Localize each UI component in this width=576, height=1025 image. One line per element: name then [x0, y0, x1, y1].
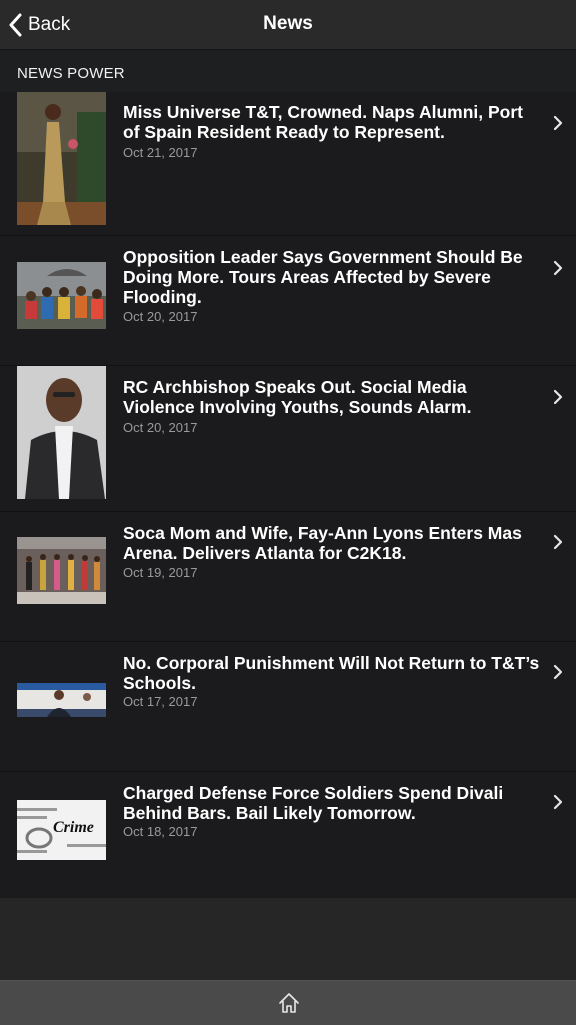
news-thumbnail	[17, 537, 106, 604]
chevron-right-icon	[553, 534, 563, 550]
crime-text: Crime	[53, 819, 94, 836]
news-item[interactable]: RC Archbishop Speaks Out. Social Media V…	[0, 366, 576, 512]
news-date: Oct 18, 2017	[123, 824, 198, 839]
news-item[interactable]: Soca Mom and Wife, Fay-Ann Lyons Enters …	[0, 512, 576, 642]
news-date: Oct 20, 2017	[123, 309, 198, 324]
home-icon[interactable]	[277, 991, 301, 1015]
news-headline: Opposition Leader Says Government Should…	[123, 247, 523, 307]
news-item[interactable]: Opposition Leader Says Government Should…	[0, 236, 576, 366]
page-title: News	[263, 13, 313, 34]
chevron-right-icon	[553, 260, 563, 276]
news-item[interactable]: Crime Charged Defense Force Soldiers Spe…	[0, 772, 576, 902]
news-thumbnail	[17, 366, 106, 499]
news-headline: RC Archbishop Speaks Out. Social Media V…	[123, 377, 472, 417]
chevron-right-icon	[553, 794, 563, 810]
news-headline: No. Corporal Punishment Will Not Return …	[123, 653, 540, 693]
news-thumbnail	[17, 683, 106, 717]
news-date: Oct 19, 2017	[123, 565, 198, 580]
chevron-right-icon	[553, 664, 563, 680]
news-thumbnail: Crime	[17, 800, 106, 860]
news-headline: Charged Defense Force Soldiers Spend Div…	[123, 783, 504, 823]
section-header: NEWS POWER	[0, 50, 576, 92]
news-thumbnail	[17, 92, 106, 225]
list-footer	[0, 898, 576, 980]
news-headline: Miss Universe T&T, Crowned. Naps Alumni,…	[123, 102, 523, 142]
news-headline: Soca Mom and Wife, Fay-Ann Lyons Enters …	[123, 523, 522, 563]
news-date: Oct 20, 2017	[123, 420, 198, 435]
news-item[interactable]: Miss Universe T&T, Crowned. Naps Alumni,…	[0, 92, 576, 236]
section-label: NEWS POWER	[17, 65, 125, 82]
news-thumbnail	[17, 262, 106, 329]
chevron-right-icon	[553, 115, 563, 131]
navigation-bar: Back News	[0, 0, 576, 50]
news-date: Oct 21, 2017	[123, 145, 198, 160]
bottom-tab-bar	[0, 980, 576, 1025]
chevron-right-icon	[553, 389, 563, 405]
news-item[interactable]: No. Corporal Punishment Will Not Return …	[0, 642, 576, 772]
news-date: Oct 17, 2017	[123, 694, 198, 709]
